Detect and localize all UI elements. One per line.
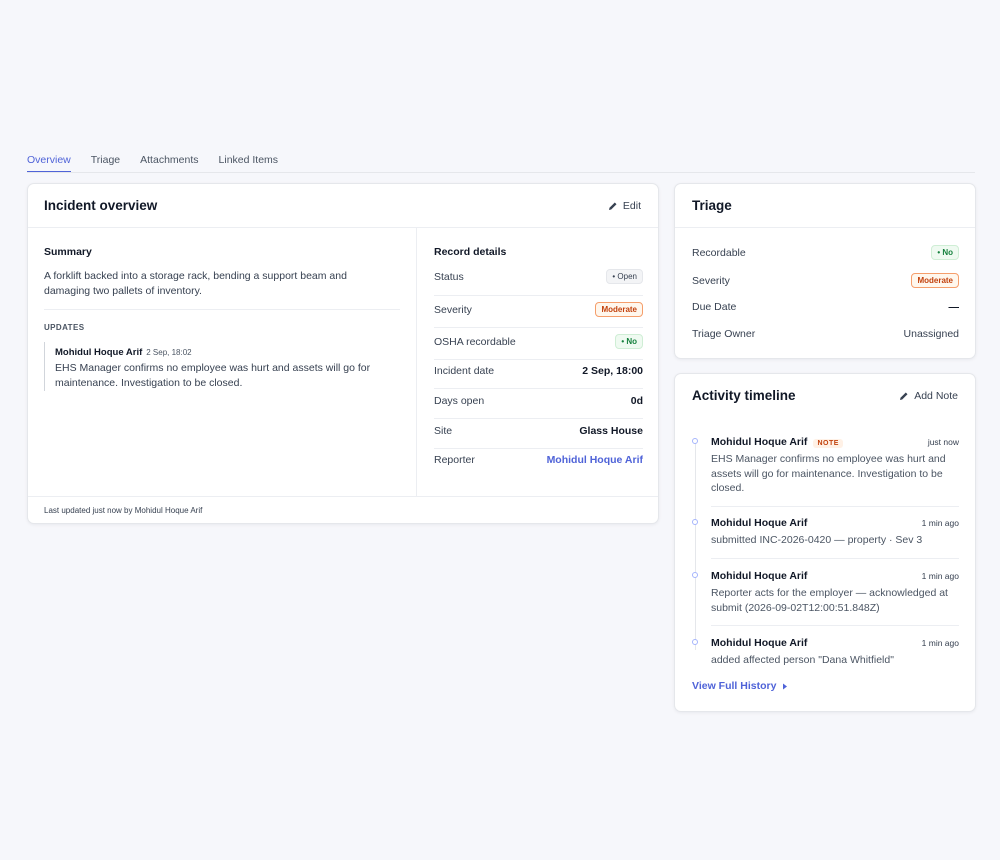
- days-open-value: 0d: [630, 395, 643, 407]
- pencil-icon: [608, 202, 617, 210]
- timeline-text: Reporter acts for the employer — acknowl…: [711, 587, 948, 614]
- timeline-author: Mohidul Hoque Arif: [711, 517, 808, 529]
- triage-due-row: Due Date —: [692, 301, 959, 313]
- timeline-dot: [692, 572, 698, 578]
- tab-attachments[interactable]: Attachments: [140, 150, 198, 172]
- record-details-label: Record details: [434, 246, 507, 258]
- view-history-label: View Full History: [692, 680, 777, 692]
- timeline-text: submitted INC-2026-0420 — property · Sev…: [711, 534, 923, 546]
- triage-recordable-row: Recordable • No: [692, 245, 959, 260]
- timeline-author: Mohidul Hoque Arif: [711, 436, 808, 448]
- record-severity-row: Severity Moderate: [434, 302, 643, 317]
- incident-date-value: 2 Sep, 18:00: [582, 365, 643, 377]
- timeline-time: 1 min ago: [921, 638, 959, 648]
- status-badge: • Open: [606, 269, 643, 284]
- triage-severity-label: Severity: [692, 274, 730, 287]
- summary-text: A forklift backed into a storage rack, b…: [44, 270, 347, 297]
- timeline-item: Mohidul Hoque Arif 1 min ago Reporter ac…: [692, 570, 959, 615]
- record-osha-row: OSHA recordable • No: [434, 334, 643, 349]
- pencil-icon: [900, 392, 908, 400]
- timeline-dot: [692, 519, 698, 525]
- timeline-text: added affected person "Dana Whitfield": [711, 654, 894, 666]
- edit-button[interactable]: Edit: [608, 200, 641, 212]
- triage-owner-value: Unassigned: [903, 328, 959, 340]
- timeline-dot: [692, 438, 698, 444]
- divider: [434, 359, 643, 360]
- recordable-label: Recordable: [692, 246, 746, 259]
- timeline-text: EHS Manager confirms no employee was hur…: [711, 453, 946, 494]
- tab-overview[interactable]: Overview: [27, 150, 71, 172]
- timeline-time: 1 min ago: [921, 518, 959, 528]
- record-details-section: Record details Status • Open Severity Mo…: [418, 228, 659, 496]
- triage-owner-label: Triage Owner: [692, 328, 756, 340]
- divider: [711, 506, 959, 507]
- divider: [434, 418, 643, 419]
- recordable-badge: • No: [931, 245, 959, 260]
- days-open-label: Days open: [434, 395, 485, 407]
- divider: [434, 295, 643, 296]
- tab-bar: Overview Triage Attachments Linked Items: [27, 150, 975, 173]
- divider: [44, 309, 400, 310]
- divider: [434, 388, 643, 389]
- record-site-row: Site Glass House: [434, 425, 643, 437]
- timeline-item: Mohidul Hoque Arif NOTE just now EHS Mana…: [692, 436, 959, 496]
- triage-owner-row: Triage Owner Unassigned: [692, 328, 959, 340]
- divider: [711, 558, 959, 559]
- status-label: Status: [434, 270, 464, 283]
- edit-label: Edit: [622, 200, 641, 212]
- timeline-time: 1 min ago: [921, 571, 959, 581]
- tab-linked-items[interactable]: Linked Items: [219, 150, 279, 172]
- update-time: 2 Sep, 18:02: [146, 348, 192, 357]
- incident-date-label: Incident date: [434, 365, 495, 377]
- record-status-row: Status • Open: [434, 269, 643, 284]
- due-date-label: Due Date: [692, 301, 737, 313]
- triage-card-header: Triage: [675, 184, 975, 228]
- caret-right-icon: [783, 683, 788, 689]
- timeline-item: Mohidul Hoque Arif 1 min ago added affec…: [692, 637, 959, 668]
- divider: [711, 625, 959, 626]
- osha-badge: • No: [615, 334, 643, 349]
- site-label: Site: [434, 425, 453, 437]
- severity-label: Severity: [434, 303, 472, 316]
- note-badge: NOTE: [813, 439, 843, 448]
- triage-severity-row: Severity Moderate: [692, 273, 959, 288]
- activity-card-title: Activity timeline: [692, 388, 796, 403]
- timeline-author: Mohidul Hoque Arif: [711, 637, 808, 649]
- reporter-link[interactable]: Mohidul Hoque Arif: [547, 454, 643, 466]
- divider: [434, 448, 643, 449]
- timeline-dot: [692, 639, 698, 645]
- view-full-history-link[interactable]: View Full History: [692, 680, 788, 692]
- tab-triage[interactable]: Triage: [91, 150, 120, 172]
- update-text: EHS Manager confirms no employee was hur…: [55, 362, 371, 389]
- osha-label: OSHA recordable: [434, 335, 516, 348]
- add-note-button[interactable]: Add Note: [899, 390, 958, 402]
- divider: [434, 327, 643, 328]
- incident-card-title: Incident overview: [44, 198, 158, 213]
- update-author: Mohidul Hoque Arif: [55, 347, 143, 358]
- activity-timeline-card: Activity timeline Add Note Mohidul Hoque…: [674, 373, 976, 712]
- summary-section: Summary A forklift backed into a storage…: [28, 228, 417, 496]
- timeline-author: Mohidul Hoque Arif: [711, 570, 808, 582]
- record-reporter-row: Reporter Mohidul Hoque Arif: [434, 454, 643, 466]
- timeline-time: just now: [927, 437, 959, 447]
- reporter-label: Reporter: [434, 454, 475, 466]
- record-days-open-row: Days open 0d: [434, 395, 643, 407]
- add-note-label: Add Note: [914, 390, 958, 402]
- triage-card-title: Triage: [692, 198, 732, 213]
- update-entry: Mohidul Hoque Arif 2 Sep, 18:02 EHS Manag…: [44, 342, 384, 391]
- record-incident-date-row: Incident date 2 Sep, 18:00: [434, 365, 643, 377]
- severity-badge: Moderate: [595, 302, 643, 317]
- due-date-value: —: [948, 301, 960, 313]
- summary-label: Summary: [44, 246, 92, 258]
- triage-severity-badge: Moderate: [911, 273, 959, 288]
- incident-overview-card: Incident overview Edit Summary A forklif…: [27, 183, 659, 524]
- timeline-item: Mohidul Hoque Arif 1 min ago submitted I…: [692, 517, 959, 548]
- incident-card-header: Incident overview Edit: [28, 184, 658, 228]
- updates-label: UPDATES: [44, 323, 85, 332]
- site-value: Glass House: [579, 425, 643, 437]
- triage-card: Triage Recordable • No Severity Moderate…: [674, 183, 976, 359]
- last-updated-footer: Last updated just now by Mohidul Hoque A…: [28, 496, 658, 524]
